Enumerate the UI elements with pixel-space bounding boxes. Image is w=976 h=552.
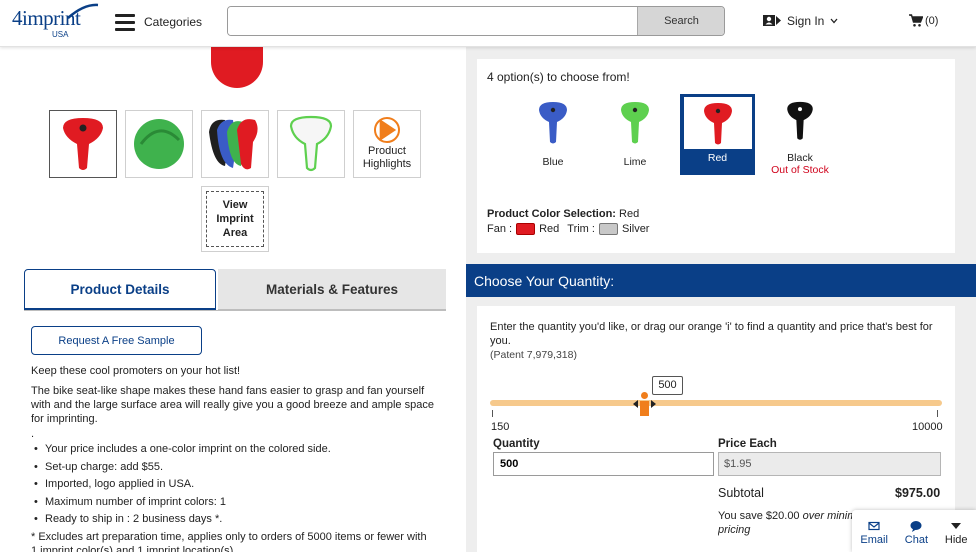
fan-blue-icon bbox=[539, 102, 567, 144]
trim-color-swatch bbox=[598, 223, 618, 235]
sign-in-label: Sign In bbox=[787, 13, 825, 28]
swatch-label: Red bbox=[707, 152, 728, 164]
site-header: 4imprint USA Categories Search Sign In (… bbox=[0, 0, 976, 47]
categories-link[interactable]: Categories bbox=[144, 15, 202, 29]
details-paragraph: The bike seat-like shape makes these han… bbox=[31, 385, 434, 425]
cart-icon bbox=[909, 14, 923, 27]
swatch-lime[interactable]: Lime bbox=[598, 96, 672, 176]
search-button[interactable]: Search bbox=[637, 7, 724, 35]
fan-lime-thumb-icon bbox=[134, 119, 184, 169]
savings-text: You save $20.00 over minimumpricing bbox=[718, 510, 858, 536]
tab-divider bbox=[24, 310, 446, 311]
details-bullets: Your price includes a one-color imprint … bbox=[34, 441, 454, 529]
list-item: Set-up charge: add $55. bbox=[34, 459, 454, 477]
slider-left-arrow-icon bbox=[633, 400, 638, 408]
slider-max-label: 10000 bbox=[912, 421, 943, 433]
search-bar: Search bbox=[227, 6, 725, 36]
list-item: Ready to ship in : 2 business days *. bbox=[34, 511, 454, 529]
swatch-label: Blue bbox=[542, 156, 564, 168]
options-title: 4 option(s) to choose from! bbox=[487, 70, 630, 84]
fan-outline-thumb-icon bbox=[289, 115, 333, 172]
logo[interactable]: 4imprint USA bbox=[12, 2, 99, 42]
chevron-down-icon bbox=[951, 523, 962, 529]
quantity-label: Quantity bbox=[493, 438, 540, 450]
logo-swoosh-icon bbox=[67, 3, 99, 19]
sign-in-menu[interactable]: Sign In bbox=[762, 13, 838, 28]
color-selection: Product Color Selection: Red bbox=[487, 208, 640, 220]
thumbnail-lime-fan[interactable] bbox=[125, 110, 193, 178]
chevron-down-icon bbox=[830, 18, 838, 23]
logo-usa: USA bbox=[52, 30, 69, 39]
chat-button[interactable]: Chat bbox=[905, 520, 928, 546]
details-intro: Keep these cool promoters on your hot li… bbox=[31, 365, 241, 377]
list-item: Your price includes a one-color imprint … bbox=[34, 441, 454, 459]
swatch-label: Black bbox=[787, 152, 813, 164]
list-item: Maximum number of imprint colors: 1 bbox=[34, 494, 454, 512]
subtotal-label: Subtotal bbox=[718, 486, 764, 500]
swatch-black[interactable]: Black Out of Stock bbox=[763, 96, 837, 176]
tab-materials-features[interactable]: Materials & Features bbox=[218, 269, 446, 310]
quantity-section-header: Choose Your Quantity: bbox=[466, 264, 976, 297]
slider-tick-min bbox=[492, 410, 493, 417]
slider-min-label: 150 bbox=[491, 421, 510, 433]
fan-red-thumb-icon bbox=[63, 118, 103, 170]
swatch-red[interactable]: Red bbox=[680, 94, 755, 175]
help-widget: Email Chat Hide bbox=[852, 510, 976, 552]
video-label: Product Highlights bbox=[362, 145, 412, 170]
out-of-stock-label: Out of Stock bbox=[771, 164, 829, 176]
request-sample-button[interactable]: Request A Free Sample bbox=[31, 326, 202, 355]
thumbnail-red-fan[interactable] bbox=[49, 110, 117, 178]
swatch-label: Lime bbox=[623, 156, 647, 168]
slider-tick-max bbox=[937, 410, 938, 417]
price-each-label: Price Each bbox=[718, 438, 777, 450]
sign-in-icon bbox=[763, 15, 781, 26]
fan-red-icon bbox=[703, 103, 732, 145]
slider-value: 500 bbox=[652, 376, 683, 395]
quantity-intro: Enter the quantity you'd like, or drag o… bbox=[490, 321, 933, 347]
fan-black-icon bbox=[787, 101, 813, 140]
fan-variants-thumb-icon bbox=[209, 119, 258, 170]
color-breakdown: Fan : Red Trim : Silver bbox=[487, 223, 650, 235]
tab-product-details[interactable]: Product Details bbox=[24, 269, 216, 310]
cart-count: (0) bbox=[925, 14, 939, 27]
quantity-slider[interactable] bbox=[490, 400, 942, 406]
thumbnail-color-variants[interactable] bbox=[201, 110, 269, 178]
details-footnote: * Excludes art preparation time, applies… bbox=[31, 531, 427, 552]
search-input[interactable] bbox=[228, 7, 637, 35]
product-highlights-video[interactable]: Product Highlights bbox=[353, 110, 421, 178]
cart-button[interactable]: (0) bbox=[909, 14, 938, 27]
play-icon bbox=[374, 117, 400, 143]
email-button[interactable]: Email bbox=[860, 520, 888, 546]
menu-icon[interactable] bbox=[115, 14, 135, 31]
email-icon bbox=[868, 521, 880, 531]
price-each-field bbox=[718, 452, 941, 476]
quantity-input[interactable] bbox=[493, 452, 714, 476]
chat-icon bbox=[910, 521, 922, 532]
subtotal-value: $975.00 bbox=[895, 486, 941, 500]
patent-text: (Patent 7,979,318) bbox=[490, 349, 577, 361]
hide-button[interactable]: Hide bbox=[945, 520, 968, 546]
fan-color-swatch bbox=[516, 223, 536, 235]
main-product-image bbox=[211, 47, 263, 88]
details-dot: . bbox=[31, 428, 35, 440]
view-imprint-area-button[interactable]: View Imprint Area bbox=[201, 186, 269, 252]
list-item: Imported, logo applied in USA. bbox=[34, 476, 454, 494]
slider-right-arrow-icon bbox=[651, 400, 656, 408]
slider-handle[interactable] bbox=[640, 392, 649, 416]
imprint-label: View Imprint Area bbox=[206, 191, 264, 247]
swatch-blue[interactable]: Blue bbox=[516, 96, 590, 176]
fan-lime-icon bbox=[621, 102, 649, 144]
thumbnail-outline-fan[interactable] bbox=[277, 110, 345, 178]
